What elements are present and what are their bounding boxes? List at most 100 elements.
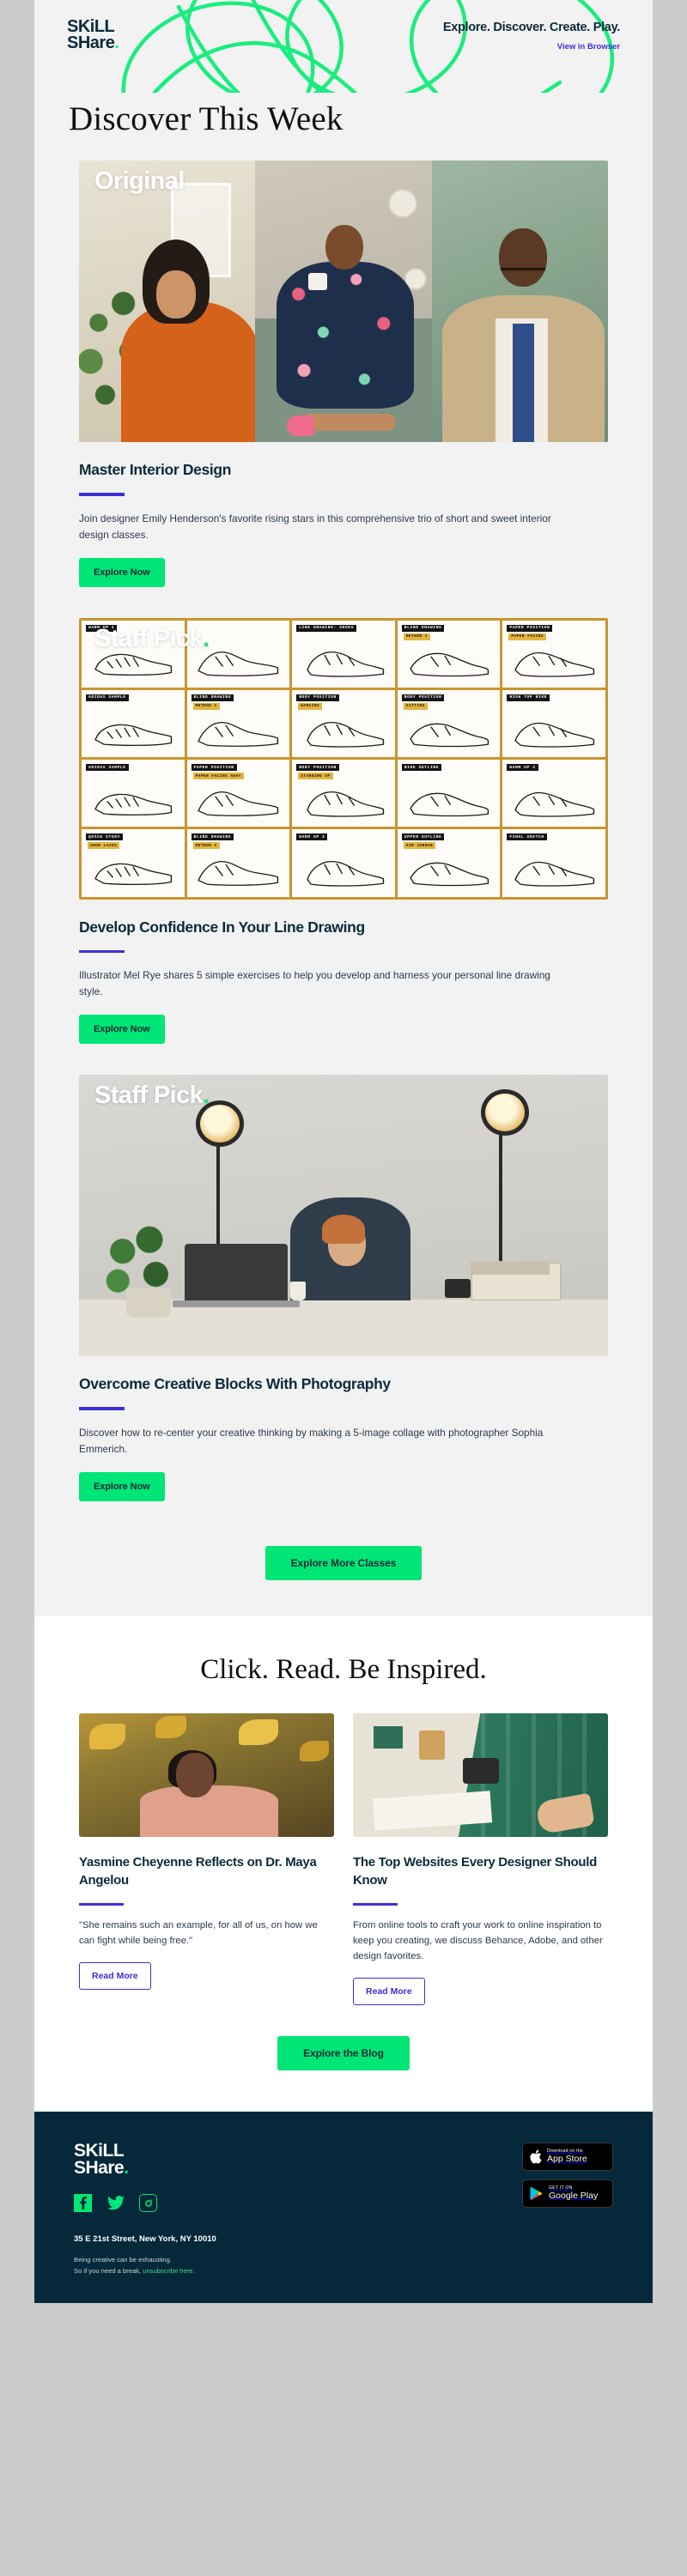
card-badge-dot: . xyxy=(203,624,210,652)
blog-article-image-yasmine[interactable] xyxy=(79,1713,334,1838)
sneaker-cell-tag: BODY POSITION xyxy=(296,694,339,701)
title-underline-rule xyxy=(79,1407,125,1410)
sneaker-sketch-cell: QUICK STUDY SHOE LACES xyxy=(82,829,185,897)
app-store-button[interactable]: Download on the App Store xyxy=(522,2143,613,2172)
leaf-shape xyxy=(155,1716,187,1739)
email-body: SKiLL SHare. Explore. Discover. Create. … xyxy=(34,0,653,2303)
sneaker-line-drawing xyxy=(301,643,386,678)
title-underline-rule xyxy=(79,493,125,496)
sneaker-cell-tag: ADIDAS SAMPLE xyxy=(86,694,129,701)
footer-top-row: SKiLL SHare. Download on the App Store G… xyxy=(74,2142,613,2213)
sneaker-line-drawing xyxy=(90,783,176,818)
view-in-browser-link[interactable]: View in Browser xyxy=(557,42,620,52)
sneaker-line-drawing xyxy=(195,783,281,818)
twitter-icon[interactable] xyxy=(106,2194,125,2212)
card-badge-label: Staff Pick xyxy=(94,1082,204,1110)
blog-articles-row: Yasmine Cheyenne Reflects on Dr. Maya An… xyxy=(79,1713,608,2006)
read-more-button[interactable]: Read More xyxy=(353,1978,425,2006)
footer-skillshare-logo[interactable]: SKiLL SHare. xyxy=(74,2142,157,2179)
sweater-shape xyxy=(140,1785,278,1838)
sneaker-sketch-cell: BODY POSITION STANDING UP xyxy=(292,760,395,827)
class-card-image-photography[interactable]: Staff Pick. xyxy=(79,1075,608,1357)
sneaker-cell-tag: PAPER POSITION xyxy=(191,764,237,772)
sneaker-cell-tag: WARM UP 2 xyxy=(507,764,538,772)
curtain-stripe xyxy=(531,1713,536,1838)
explore-now-button[interactable]: Explore Now xyxy=(79,1015,165,1045)
leaf-shape xyxy=(238,1719,278,1746)
blog-article-card[interactable]: Yasmine Cheyenne Reflects on Dr. Maya An… xyxy=(79,1713,334,2005)
sneaker-cell-tag: UPPER OUTLINE xyxy=(401,833,445,841)
sneaker-sketch-cell: FINAL SKETCH xyxy=(502,829,605,897)
sneaker-cell-tag: LINE DRAWING: SHOES xyxy=(296,624,356,632)
sneaker-cell-subtag: METHOD 2 xyxy=(192,842,220,850)
sneaker-sketch-grid: WARM UP 1 LINE DRAWING: SHOES BLIND DRAWIN… xyxy=(79,617,608,900)
blog-article-image-top-websites[interactable] xyxy=(353,1713,608,1838)
sneaker-line-drawing xyxy=(90,713,176,749)
sneaker-sketch-cell: ADIDAS SAMPLE xyxy=(82,760,185,827)
class-card[interactable]: Staff Pick. Overcome Creative Blocks Wit… xyxy=(79,1075,608,1502)
card-badge: Original xyxy=(94,167,185,196)
instagram-glyph xyxy=(144,2199,152,2207)
card-badge-dot: . xyxy=(203,1082,210,1110)
sneaker-sketch-cell: PAPER POSITION PAPER FACING AWAY xyxy=(186,760,290,827)
google-play-button[interactable]: GET IT ON Google Play xyxy=(522,2179,613,2209)
class-card-image-line-drawing[interactable]: WARM UP 1 LINE DRAWING: SHOES BLIND DRAWIN… xyxy=(79,617,608,900)
class-card-image-interior-design[interactable]: Original xyxy=(79,161,608,442)
person-hair-shape xyxy=(322,1215,366,1245)
instagram-icon[interactable] xyxy=(139,2194,157,2213)
sneaker-cell-subtag: PAPER FACING AWAY xyxy=(192,773,244,780)
header-tagline: Explore. Discover. Create. Play. xyxy=(442,21,620,34)
sneaker-cell-subtag: AIR JORDAN xyxy=(403,842,436,850)
triptych-photo xyxy=(79,161,608,442)
plant-pot-shape xyxy=(126,1288,172,1318)
class-card[interactable]: WARM UP 1 LINE DRAWING: SHOES BLIND DRAWIN… xyxy=(79,617,608,1045)
explore-now-button[interactable]: Explore Now xyxy=(79,557,165,587)
legal-line-1: Being creative can be exhausting. xyxy=(74,2256,172,2264)
email-header: SKiLL SHare. Explore. Discover. Create. … xyxy=(34,0,653,93)
paper-shape xyxy=(372,1791,492,1832)
glasses-shape xyxy=(500,267,545,275)
sneaker-line-drawing xyxy=(90,852,176,888)
facebook-icon[interactable] xyxy=(74,2194,92,2213)
explore-now-button[interactable]: Explore Now xyxy=(79,1472,165,1502)
card-badge-label: Original xyxy=(94,167,185,195)
blog-article-card[interactable]: The Top Websites Every Designer Should K… xyxy=(353,1713,608,2006)
sneaker-cell-subtag: STANDING UP xyxy=(298,773,333,780)
blog-article-excerpt: From online tools to craft your work to … xyxy=(353,1920,603,1962)
green-box-shape xyxy=(373,1725,403,1749)
sneaker-sketch-cell: BODY POSITION DANCING xyxy=(292,689,395,758)
sneaker-cell-tag: PAPER POSITION xyxy=(507,624,553,632)
leaf-shape xyxy=(300,1740,330,1761)
wall-clock-icon xyxy=(388,188,418,218)
camera-shape xyxy=(444,1278,471,1298)
blog-article-title: Yasmine Cheyenne Reflects on Dr. Maya An… xyxy=(79,1855,317,1888)
page-title: Discover This Week xyxy=(69,100,344,137)
read-more-button[interactable]: Read More xyxy=(79,1962,151,1991)
camera-shape xyxy=(462,1757,499,1784)
app-store-text: Download on the App Store xyxy=(547,2149,587,2164)
footer-logo-line-2: SHare xyxy=(74,2158,125,2179)
sneaker-sketch-cell: BLIND DRAWING METHOD 2 xyxy=(186,829,290,897)
person-head-shape xyxy=(498,227,547,287)
explore-more-classes-wrap: Explore More Classes xyxy=(79,1532,608,1616)
dress-shape xyxy=(276,262,415,409)
app-store-big-label: App Store xyxy=(547,2153,587,2164)
facebook-glyph xyxy=(80,2197,87,2210)
skillshare-logo[interactable]: SKiLL SHare. xyxy=(67,18,119,52)
legal-line-2-prefix: So if you need a break, xyxy=(74,2267,143,2276)
explore-the-blog-button[interactable]: Explore the Blog xyxy=(277,2036,410,2071)
sneaker-line-drawing xyxy=(301,713,386,749)
sneaker-cell-tag: ADIDAS SAMPLE xyxy=(86,764,129,772)
blog-article-excerpt: "She remains such an example, for all of… xyxy=(79,1920,318,1947)
sneaker-sketch-cell: NIKE OUTLINE xyxy=(397,760,501,827)
blog-section-heading: Click. Read. Be Inspired. xyxy=(200,1654,487,1686)
title-underline-rule xyxy=(79,949,125,954)
sneaker-cell-subtag: METHOD 1 xyxy=(192,702,220,710)
tie-shape xyxy=(513,324,534,442)
explore-more-classes-button[interactable]: Explore More Classes xyxy=(264,1546,423,1581)
photo-pane-2 xyxy=(255,161,432,442)
unsubscribe-link[interactable]: unsubscribe here xyxy=(143,2267,192,2275)
class-card[interactable]: Original Master Interior Design Join des… xyxy=(79,161,608,587)
sneaker-line-drawing xyxy=(511,713,597,749)
sneaker-sketch-cell: UPPER OUTLINE AIR JORDAN xyxy=(397,829,501,897)
